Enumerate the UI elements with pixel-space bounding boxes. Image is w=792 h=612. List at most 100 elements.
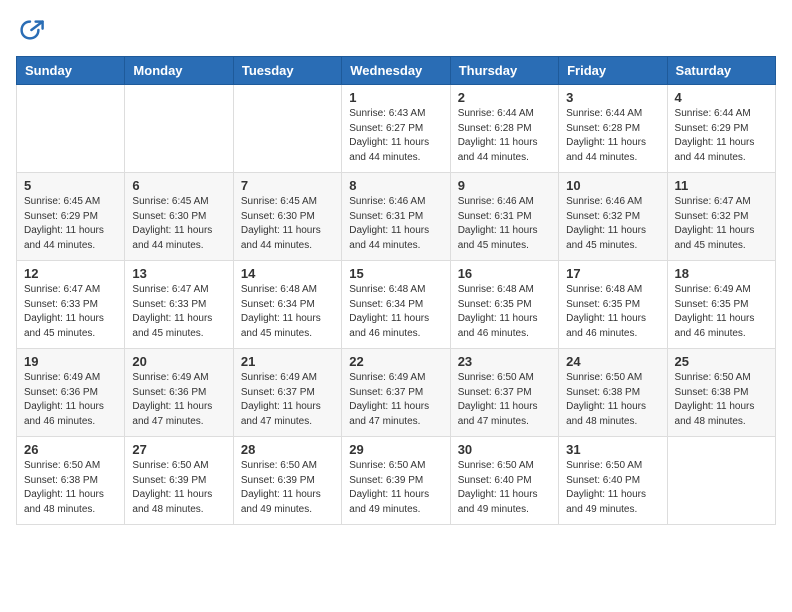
day-number: 6 — [132, 178, 225, 193]
day-number: 5 — [24, 178, 117, 193]
calendar-cell: 5 Sunrise: 6:45 AM Sunset: 6:29 PM Daylig… — [17, 173, 125, 261]
day-info: Sunrise: 6:46 AM Sunset: 6:32 PM Dayligh… — [566, 195, 659, 253]
day-info: Sunrise: 6:44 AM Sunset: 6:29 PM Dayligh… — [675, 107, 768, 165]
page-header — [16, 16, 776, 44]
calendar-week-1: 1Sunrise: 6:43 AM Sunset: 6:27 PM Daylig… — [17, 85, 776, 173]
day-number: 4 — [675, 90, 768, 105]
logo-icon — [16, 16, 44, 44]
day-info: Sunrise: 6:48 AM Sunset: 6:34 PM Dayligh… — [349, 283, 442, 341]
day-number: 20 — [132, 354, 225, 369]
day-number: 14 — [241, 266, 334, 281]
day-info: Sunrise: 6:50 AM Sunset: 6:38 PM Dayligh… — [675, 371, 768, 429]
calendar-cell: 21 Sunrise: 6:49 AM Sunset: 6:37 PM Dayli… — [233, 349, 341, 437]
day-info: Sunrise: 6:44 AM Sunset: 6:28 PM Dayligh… — [458, 107, 551, 165]
day-number: 27 — [132, 442, 225, 457]
calendar-cell: 17 Sunrise: 6:48 AM Sunset: 6:35 PM Dayli… — [559, 261, 667, 349]
day-info: Sunrise: 6:43 AM Sunset: 6:27 PM Dayligh… — [349, 107, 442, 165]
day-number: 30 — [458, 442, 551, 457]
day-number: 16 — [458, 266, 551, 281]
calendar-cell: 25 Sunrise: 6:50 AM Sunset: 6:38 PM Dayli… — [667, 349, 775, 437]
calendar-cell: 10Sunrise: 6:46 AM Sunset: 6:32 PM Dayli… — [559, 173, 667, 261]
calendar-cell: 27 Sunrise: 6:50 AM Sunset: 6:39 PM Dayli… — [125, 437, 233, 525]
calendar-cell: 11 Sunrise: 6:47 AM Sunset: 6:32 PM Dayli… — [667, 173, 775, 261]
day-info: Sunrise: 6:50 AM Sunset: 6:39 PM Dayligh… — [241, 459, 334, 517]
calendar-week-2: 5 Sunrise: 6:45 AM Sunset: 6:29 PM Daylig… — [17, 173, 776, 261]
day-number: 31 — [566, 442, 659, 457]
column-header-sunday: Sunday — [17, 57, 125, 85]
calendar-week-3: 12 Sunrise: 6:47 AM Sunset: 6:33 PM Dayli… — [17, 261, 776, 349]
logo — [16, 16, 48, 44]
day-number: 24 — [566, 354, 659, 369]
calendar-cell: 26 Sunrise: 6:50 AM Sunset: 6:38 PM Dayli… — [17, 437, 125, 525]
calendar-cell: 28 Sunrise: 6:50 AM Sunset: 6:39 PM Dayli… — [233, 437, 341, 525]
day-info: Sunrise: 6:48 AM Sunset: 6:35 PM Dayligh… — [458, 283, 551, 341]
day-info: Sunrise: 6:49 AM Sunset: 6:36 PM Dayligh… — [24, 371, 117, 429]
day-info: Sunrise: 6:46 AM Sunset: 6:31 PM Dayligh… — [458, 195, 551, 253]
calendar-cell: 24 Sunrise: 6:50 AM Sunset: 6:38 PM Dayli… — [559, 349, 667, 437]
day-info: Sunrise: 6:47 AM Sunset: 6:32 PM Dayligh… — [675, 195, 768, 253]
day-info: Sunrise: 6:50 AM Sunset: 6:40 PM Dayligh… — [458, 459, 551, 517]
day-info: Sunrise: 6:45 AM Sunset: 6:29 PM Dayligh… — [24, 195, 117, 253]
calendar-cell: 9 Sunrise: 6:46 AM Sunset: 6:31 PM Daylig… — [450, 173, 558, 261]
calendar-cell: 3 Sunrise: 6:44 AM Sunset: 6:28 PM Daylig… — [559, 85, 667, 173]
day-number: 17 — [566, 266, 659, 281]
calendar-cell: 15 Sunrise: 6:48 AM Sunset: 6:34 PM Dayli… — [342, 261, 450, 349]
calendar-cell: 22 Sunrise: 6:49 AM Sunset: 6:37 PM Dayli… — [342, 349, 450, 437]
column-header-friday: Friday — [559, 57, 667, 85]
calendar-week-4: 19 Sunrise: 6:49 AM Sunset: 6:36 PM Dayli… — [17, 349, 776, 437]
day-number: 22 — [349, 354, 442, 369]
calendar-cell: 29Sunrise: 6:50 AM Sunset: 6:39 PM Dayli… — [342, 437, 450, 525]
calendar-cell: 30 Sunrise: 6:50 AM Sunset: 6:40 PM Dayli… — [450, 437, 558, 525]
day-number: 12 — [24, 266, 117, 281]
day-info: Sunrise: 6:50 AM Sunset: 6:39 PM Dayligh… — [132, 459, 225, 517]
day-info: Sunrise: 6:48 AM Sunset: 6:34 PM Dayligh… — [241, 283, 334, 341]
calendar-week-5: 26 Sunrise: 6:50 AM Sunset: 6:38 PM Dayli… — [17, 437, 776, 525]
calendar-cell: 4 Sunrise: 6:44 AM Sunset: 6:29 PM Daylig… — [667, 85, 775, 173]
day-number: 11 — [675, 178, 768, 193]
calendar-cell — [17, 85, 125, 173]
day-number: 15 — [349, 266, 442, 281]
day-number: 13 — [132, 266, 225, 281]
day-info: Sunrise: 6:45 AM Sunset: 6:30 PM Dayligh… — [132, 195, 225, 253]
day-info: Sunrise: 6:49 AM Sunset: 6:37 PM Dayligh… — [241, 371, 334, 429]
day-info: Sunrise: 6:47 AM Sunset: 6:33 PM Dayligh… — [132, 283, 225, 341]
calendar-cell: 23Sunrise: 6:50 AM Sunset: 6:37 PM Dayli… — [450, 349, 558, 437]
day-number: 2 — [458, 90, 551, 105]
column-header-thursday: Thursday — [450, 57, 558, 85]
day-info: Sunrise: 6:44 AM Sunset: 6:28 PM Dayligh… — [566, 107, 659, 165]
calendar-cell — [667, 437, 775, 525]
day-info: Sunrise: 6:45 AM Sunset: 6:30 PM Dayligh… — [241, 195, 334, 253]
calendar-cell: 8Sunrise: 6:46 AM Sunset: 6:31 PM Daylig… — [342, 173, 450, 261]
day-number: 9 — [458, 178, 551, 193]
day-number: 19 — [24, 354, 117, 369]
day-info: Sunrise: 6:47 AM Sunset: 6:33 PM Dayligh… — [24, 283, 117, 341]
calendar-cell — [233, 85, 341, 173]
column-header-monday: Monday — [125, 57, 233, 85]
day-number: 26 — [24, 442, 117, 457]
day-info: Sunrise: 6:46 AM Sunset: 6:31 PM Dayligh… — [349, 195, 442, 253]
calendar-cell: 2 Sunrise: 6:44 AM Sunset: 6:28 PM Daylig… — [450, 85, 558, 173]
calendar-cell: 14 Sunrise: 6:48 AM Sunset: 6:34 PM Dayli… — [233, 261, 341, 349]
day-info: Sunrise: 6:50 AM Sunset: 6:37 PM Dayligh… — [458, 371, 551, 429]
day-info: Sunrise: 6:50 AM Sunset: 6:38 PM Dayligh… — [24, 459, 117, 517]
calendar-cell: 18Sunrise: 6:49 AM Sunset: 6:35 PM Dayli… — [667, 261, 775, 349]
day-info: Sunrise: 6:50 AM Sunset: 6:38 PM Dayligh… — [566, 371, 659, 429]
day-info: Sunrise: 6:49 AM Sunset: 6:37 PM Dayligh… — [349, 371, 442, 429]
day-number: 25 — [675, 354, 768, 369]
day-number: 3 — [566, 90, 659, 105]
calendar-cell: 13 Sunrise: 6:47 AM Sunset: 6:33 PM Dayli… — [125, 261, 233, 349]
calendar-cell: 31Sunrise: 6:50 AM Sunset: 6:40 PM Dayli… — [559, 437, 667, 525]
day-number: 18 — [675, 266, 768, 281]
day-info: Sunrise: 6:48 AM Sunset: 6:35 PM Dayligh… — [566, 283, 659, 341]
calendar-cell: 1Sunrise: 6:43 AM Sunset: 6:27 PM Daylig… — [342, 85, 450, 173]
day-number: 28 — [241, 442, 334, 457]
calendar-cell: 19 Sunrise: 6:49 AM Sunset: 6:36 PM Dayli… — [17, 349, 125, 437]
column-header-wednesday: Wednesday — [342, 57, 450, 85]
calendar-cell: 12 Sunrise: 6:47 AM Sunset: 6:33 PM Dayli… — [17, 261, 125, 349]
calendar-cell — [125, 85, 233, 173]
calendar-header-row: SundayMondayTuesdayWednesdayThursdayFrid… — [17, 57, 776, 85]
calendar-table: SundayMondayTuesdayWednesdayThursdayFrid… — [16, 56, 776, 525]
day-number: 21 — [241, 354, 334, 369]
day-number: 29 — [349, 442, 442, 457]
day-info: Sunrise: 6:49 AM Sunset: 6:36 PM Dayligh… — [132, 371, 225, 429]
